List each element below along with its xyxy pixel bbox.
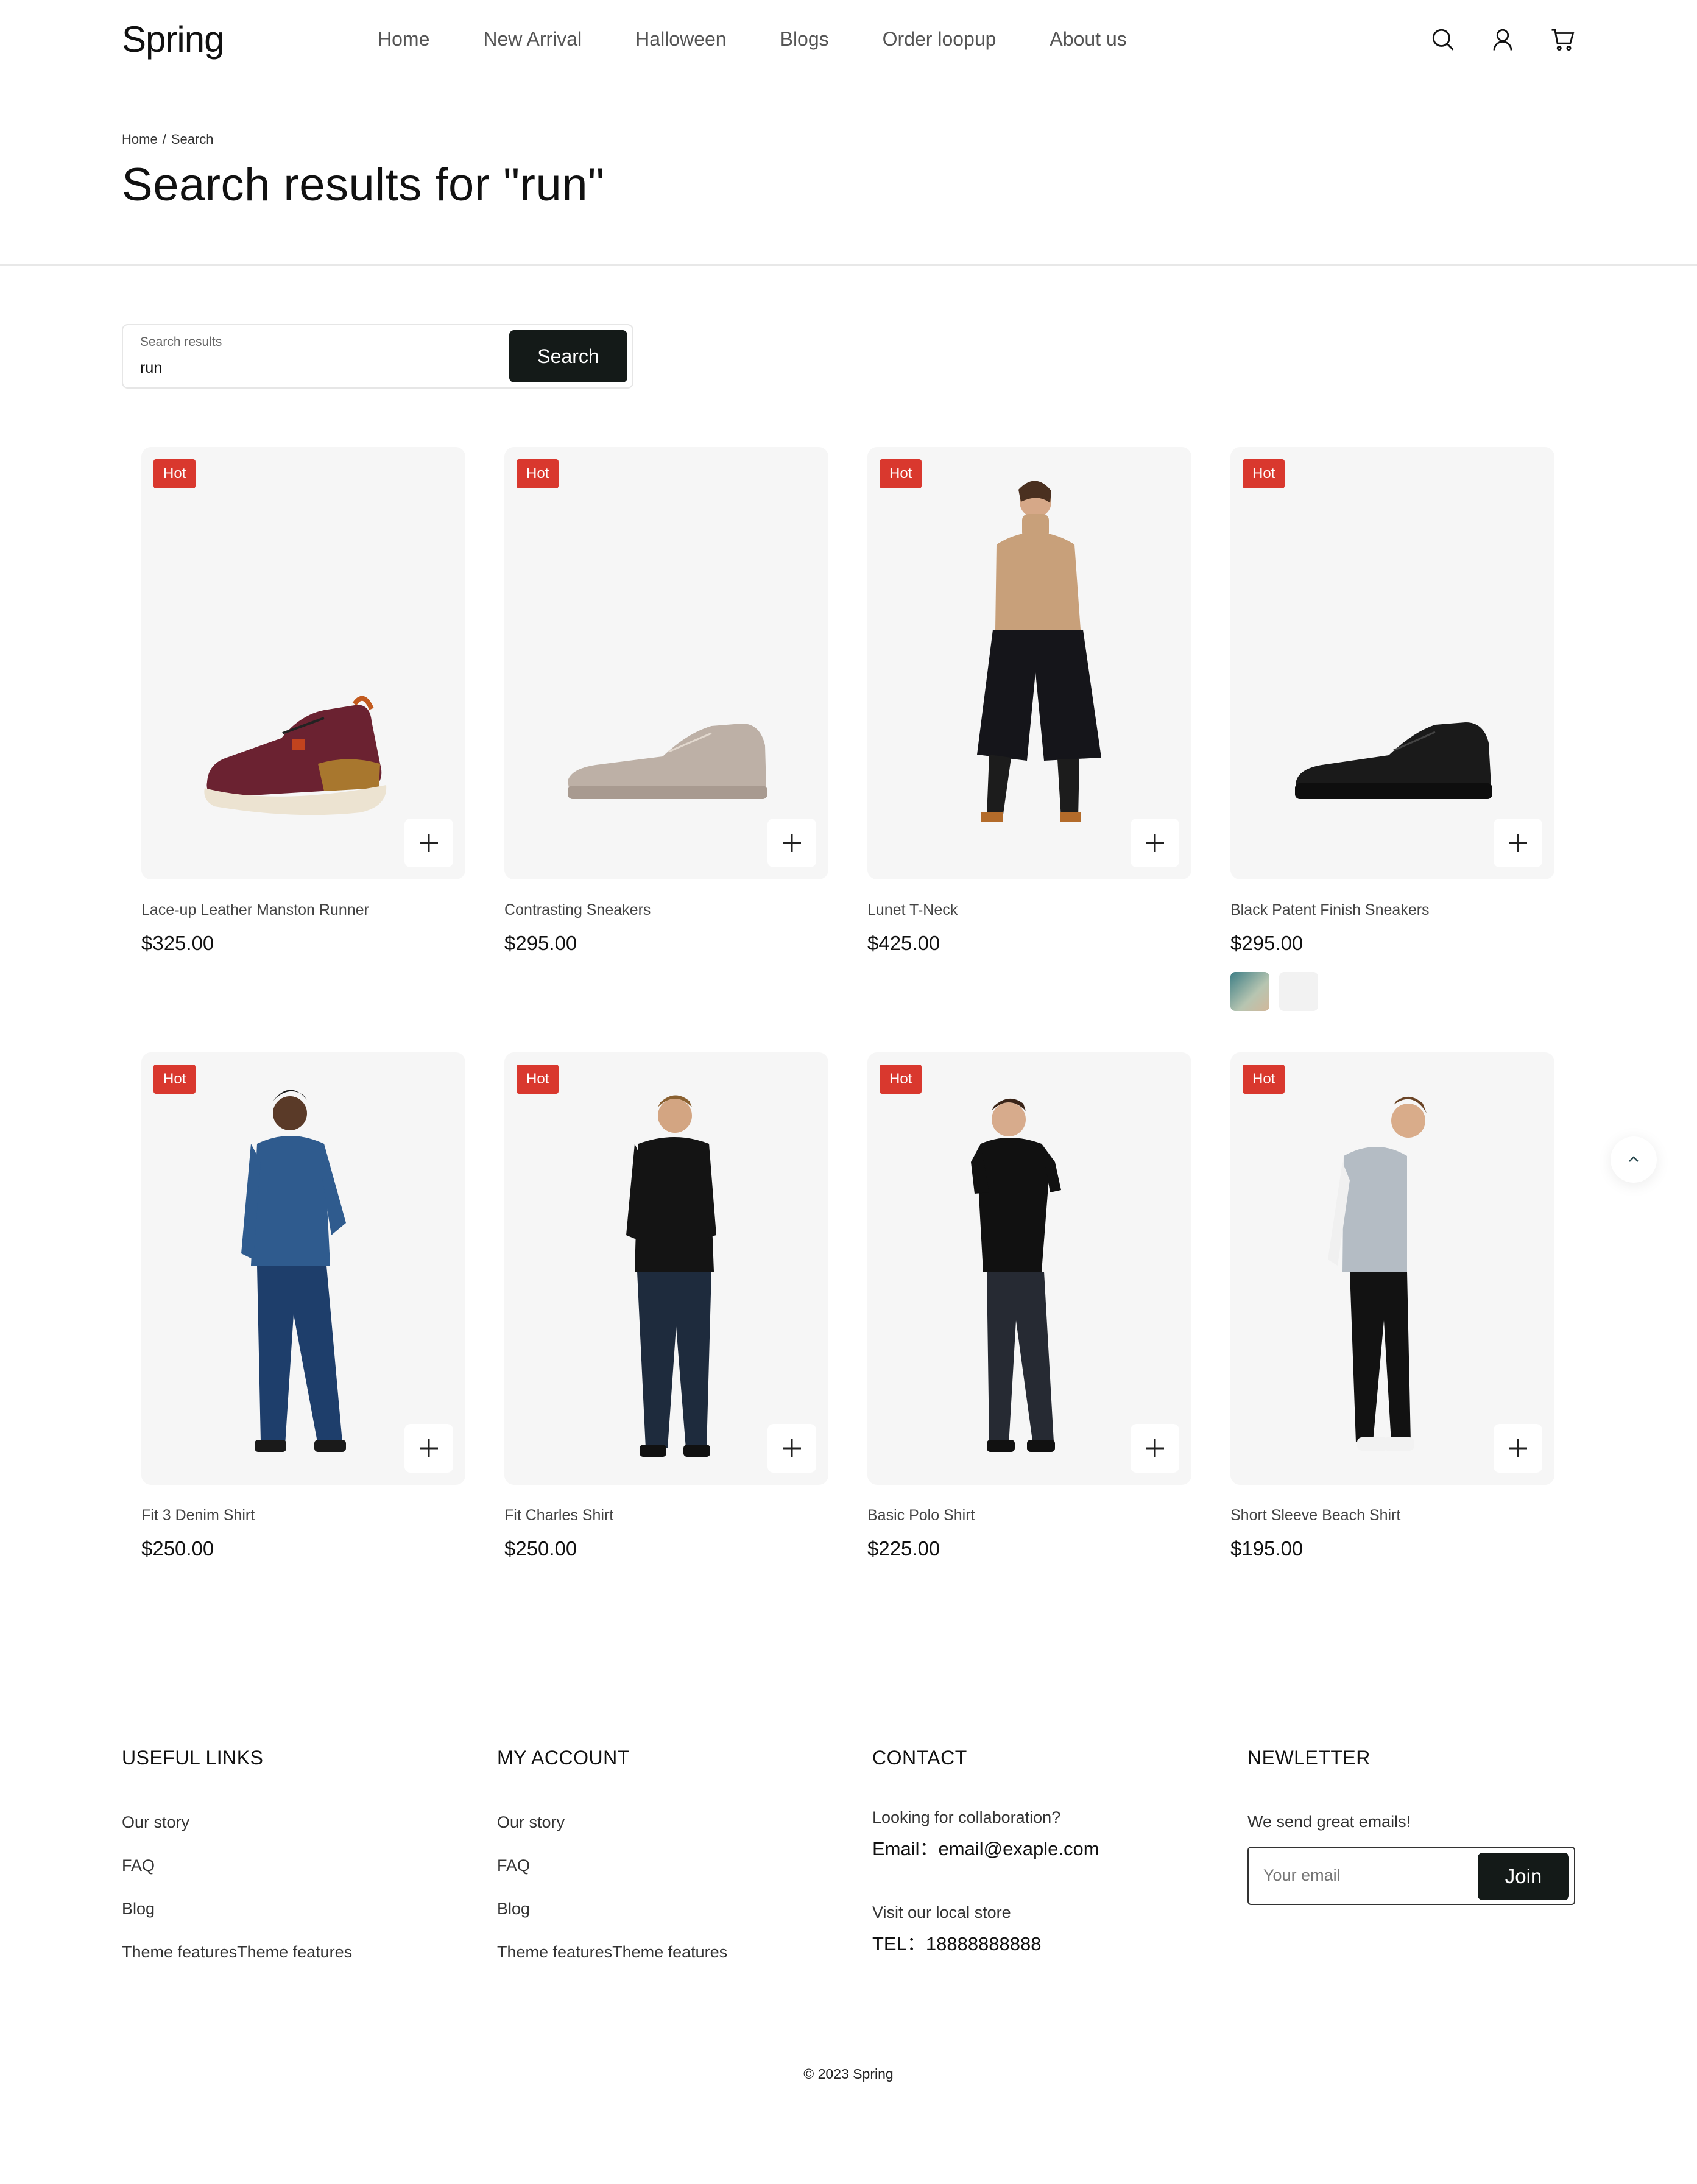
product-price: $295.00: [1230, 932, 1304, 954]
hot-badge: Hot: [880, 459, 922, 488]
product-price: $325.00: [141, 932, 214, 954]
product-image[interactable]: Hot: [1230, 447, 1554, 879]
hot-badge: Hot: [880, 1065, 922, 1094]
add-to-cart-button[interactable]: [1494, 819, 1542, 867]
footer-contact: CONTACT Looking for collaboration? Email…: [872, 1747, 1099, 1956]
footer-heading: MY ACCOUNT: [497, 1747, 630, 1769]
add-to-cart-button[interactable]: [404, 819, 453, 867]
hot-badge: Hot: [153, 459, 196, 488]
product-price: $425.00: [867, 932, 940, 954]
add-to-cart-button[interactable]: [767, 1424, 816, 1473]
footer-link-theme-features[interactable]: Theme featuresTheme features: [497, 1943, 727, 1962]
breadcrumb-separator: /: [162, 132, 166, 147]
search-button[interactable]: Search: [509, 330, 627, 382]
product-name[interactable]: Fit Charles Shirt: [504, 1507, 613, 1524]
footer-link-faq[interactable]: FAQ: [122, 1856, 352, 1875]
main-nav: Home New Arrival Halloween Blogs Order l…: [378, 28, 1127, 51]
newsletter-form: Join: [1247, 1847, 1575, 1905]
product-name[interactable]: Short Sleeve Beach Shirt: [1230, 1507, 1400, 1524]
search-input[interactable]: [140, 359, 481, 377]
add-to-cart-button[interactable]: [1494, 1424, 1542, 1473]
product-name[interactable]: Contrasting Sneakers: [504, 901, 651, 919]
product-price: $195.00: [1230, 1537, 1304, 1560]
nav-new-arrival[interactable]: New Arrival: [483, 28, 582, 51]
product-image[interactable]: Hot: [867, 447, 1191, 879]
product-name[interactable]: Fit 3 Denim Shirt: [141, 1507, 255, 1524]
footer-newsletter: NEWLETTER We send great emails! Join: [1247, 1747, 1576, 1917]
swatch-white[interactable]: [1279, 972, 1318, 1011]
product-image[interactable]: Hot: [504, 447, 828, 879]
add-to-cart-button[interactable]: [767, 819, 816, 867]
nav-blogs[interactable]: Blogs: [780, 28, 829, 51]
footer-useful-links: USEFUL LINKS Our story FAQ Blog Theme fe…: [122, 1747, 352, 1986]
product-image[interactable]: Hot: [504, 1052, 828, 1485]
nav-about-us[interactable]: About us: [1050, 28, 1126, 51]
nav-home[interactable]: Home: [378, 28, 429, 51]
product-price: $225.00: [867, 1537, 940, 1560]
add-to-cart-button[interactable]: [1131, 1424, 1179, 1473]
join-button[interactable]: Join: [1478, 1853, 1569, 1900]
hot-badge: Hot: [517, 459, 559, 488]
footer-link-theme-features[interactable]: Theme featuresTheme features: [122, 1943, 352, 1962]
product-name[interactable]: Basic Polo Shirt: [867, 1507, 975, 1524]
footer-link-blog[interactable]: Blog: [122, 1900, 352, 1918]
hot-badge: Hot: [153, 1065, 196, 1094]
breadcrumb-current: Search: [171, 132, 214, 147]
footer-heading: USEFUL LINKS: [122, 1747, 264, 1769]
product-price: $295.00: [504, 932, 577, 954]
scroll-to-top-button[interactable]: [1611, 1136, 1657, 1183]
contact-email[interactable]: Email：email@exaple.com: [872, 1833, 1099, 1861]
breadcrumb: Home / Search: [122, 132, 214, 147]
product-image[interactable]: Hot: [867, 1052, 1191, 1485]
nav-order-lookup[interactable]: Order loopup: [883, 28, 997, 51]
product-name[interactable]: Lace-up Leather Manston Runner: [141, 901, 369, 919]
add-to-cart-button[interactable]: [1131, 819, 1179, 867]
footer-link-blog[interactable]: Blog: [497, 1900, 727, 1918]
footer-link-our-story[interactable]: Our story: [497, 1813, 727, 1832]
product-name[interactable]: Black Patent Finish Sneakers: [1230, 901, 1430, 919]
nav-halloween[interactable]: Halloween: [635, 28, 726, 51]
cart-icon[interactable]: [1550, 27, 1575, 52]
footer-link-faq[interactable]: FAQ: [497, 1856, 727, 1875]
footer-my-account: MY ACCOUNT Our story FAQ Blog Theme feat…: [497, 1747, 727, 1986]
search-form: Search results Search: [122, 324, 633, 389]
search-label: Search results: [140, 335, 222, 349]
logo[interactable]: Spring: [122, 18, 224, 60]
chevron-up-icon: [1629, 1156, 1639, 1162]
swatch-photo[interactable]: [1230, 972, 1269, 1011]
product-price: $250.00: [504, 1537, 577, 1560]
contact-collab-text: Looking for collaboration?: [872, 1808, 1061, 1826]
add-to-cart-button[interactable]: [404, 1424, 453, 1473]
hot-badge: Hot: [1243, 459, 1285, 488]
footer-link-our-story[interactable]: Our story: [122, 1813, 352, 1832]
color-swatches: [1230, 972, 1318, 1011]
contact-visit-text: Visit our local store: [872, 1903, 1011, 1922]
breadcrumb-home[interactable]: Home: [122, 132, 158, 147]
footer-heading: CONTACT: [872, 1747, 967, 1769]
product-name[interactable]: Lunet T-Neck: [867, 901, 958, 919]
search-icon[interactable]: [1430, 27, 1456, 52]
product-image[interactable]: Hot: [1230, 1052, 1554, 1485]
page-title: Search results for "run": [122, 159, 605, 211]
hot-badge: Hot: [517, 1065, 559, 1094]
newsletter-email-input[interactable]: [1263, 1866, 1458, 1885]
header-actions: [1430, 27, 1575, 52]
product-price: $250.00: [141, 1537, 214, 1560]
product-image[interactable]: Hot: [141, 447, 465, 879]
account-icon[interactable]: [1490, 27, 1515, 52]
product-image[interactable]: Hot: [141, 1052, 465, 1485]
newsletter-text: We send great emails!: [1247, 1812, 1411, 1831]
divider: [0, 264, 1697, 266]
hot-badge: Hot: [1243, 1065, 1285, 1094]
footer-heading: NEWLETTER: [1247, 1747, 1371, 1769]
contact-tel[interactable]: TEL：18888888888: [872, 1928, 1099, 1956]
site-header: Spring Home New Arrival Halloween Blogs …: [0, 0, 1697, 85]
copyright: © 2023 Spring: [803, 2066, 894, 2082]
